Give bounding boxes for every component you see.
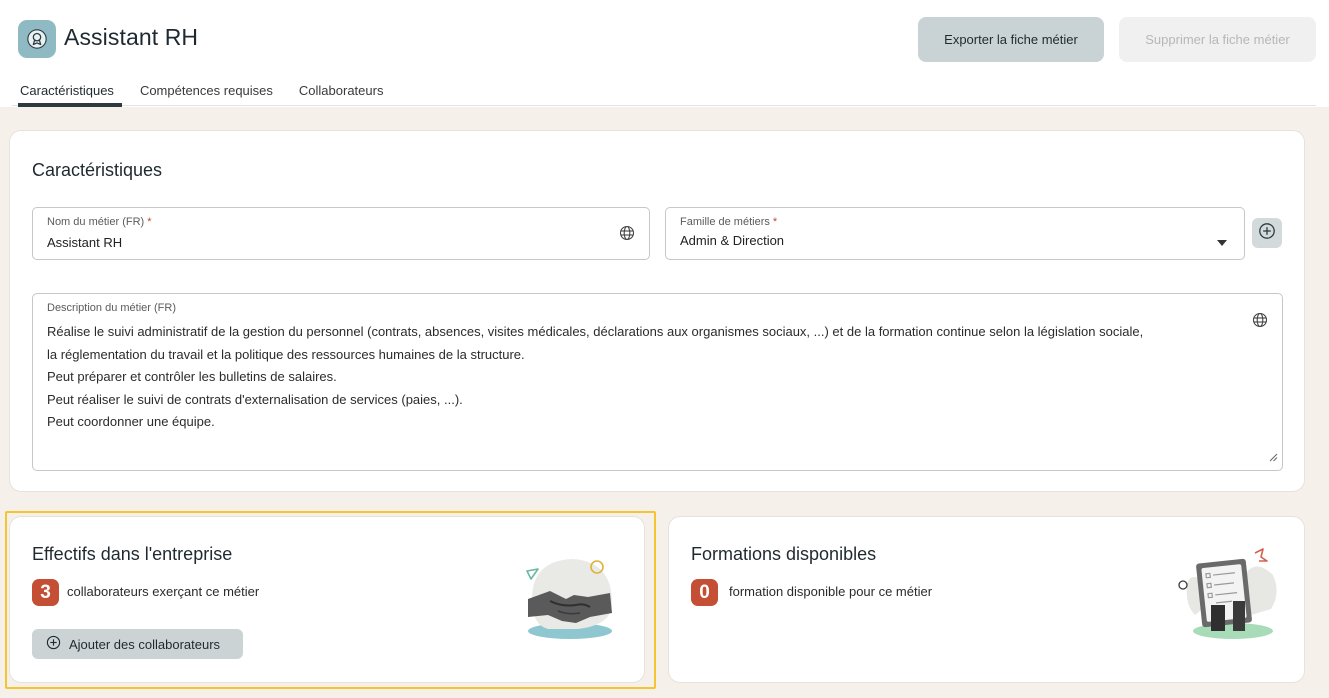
description-line: Réalise le suivi administratif de la ges…	[47, 324, 1144, 339]
resize-handle-icon[interactable]	[1269, 449, 1278, 467]
tab-required-skills[interactable]: Compétences requises	[132, 74, 281, 106]
page-header: Assistant RH Exporter la fiche métier Su…	[0, 0, 1329, 107]
job-description-text: Réalise le suivi administratif de la ges…	[47, 321, 1237, 434]
handshake-illustration	[526, 559, 612, 639]
characteristics-card: Caractéristiques Nom du métier (FR) * As…	[9, 130, 1305, 492]
award-badge-icon	[18, 20, 56, 58]
add-collaborators-button[interactable]: Ajouter des collaborateurs	[32, 629, 243, 659]
tab-characteristics[interactable]: Caractéristiques	[12, 74, 122, 107]
job-description-textarea[interactable]: Description du métier (FR) Réalise le su…	[32, 293, 1283, 471]
main-content: Caractéristiques Nom du métier (FR) * As…	[0, 107, 1329, 698]
plus-circle-icon	[1258, 222, 1276, 245]
job-name-label: Nom du métier (FR) *	[47, 216, 152, 228]
tab-collaborators[interactable]: Collaborateurs	[291, 74, 392, 106]
tab-bar: Caractéristiques Compétences requises Co…	[12, 74, 1316, 107]
trainings-title: Formations disponibles	[691, 544, 877, 564]
plus-circle-icon	[46, 635, 61, 653]
headcount-count-badge: 3	[32, 579, 59, 606]
job-family-label: Famille de métiers *	[680, 216, 778, 228]
headcount-card: Effectifs dans l'entreprise 3 collaborat…	[9, 516, 645, 683]
export-job-sheet-button[interactable]: Exporter la fiche métier	[918, 17, 1104, 62]
job-description-label: Description du métier (FR)	[47, 302, 176, 314]
description-line: Peut réaliser le suivi de contrats d'ext…	[47, 391, 463, 407]
trainings-text: formation disponible pour ce métier	[729, 584, 933, 599]
caret-down-icon	[1217, 233, 1227, 251]
description-line: la réglementation du travail et la polit…	[47, 346, 525, 362]
job-name-field[interactable]: Nom du métier (FR) * Assistant RH	[32, 207, 650, 260]
checklist-illustration	[1178, 548, 1277, 639]
trainings-count-badge: 0	[691, 579, 718, 606]
job-family-select[interactable]: Famille de métiers * Admin & Direction	[665, 207, 1245, 260]
add-job-family-button[interactable]	[1252, 218, 1282, 248]
delete-job-sheet-button[interactable]: Supprimer la fiche métier	[1119, 17, 1316, 62]
headcount-text: collaborateurs exerçant ce métier	[67, 584, 260, 599]
description-line: Peut préparer et contrôler les bulletins…	[47, 369, 337, 384]
globe-icon[interactable]	[1252, 312, 1268, 328]
headcount-title: Effectifs dans l'entreprise	[32, 544, 233, 564]
add-collaborators-label: Ajouter des collaborateurs	[69, 636, 221, 652]
description-line: Peut coordonner une équipe.	[47, 414, 215, 429]
page-title: Assistant RH	[64, 24, 199, 50]
job-name-value: Assistant RH	[47, 235, 123, 250]
trainings-card: Formations disponibles 0 formation dispo…	[668, 516, 1305, 683]
characteristics-title: Caractéristiques	[32, 160, 163, 180]
globe-icon[interactable]	[619, 225, 635, 241]
job-family-value: Admin & Direction	[680, 233, 785, 248]
